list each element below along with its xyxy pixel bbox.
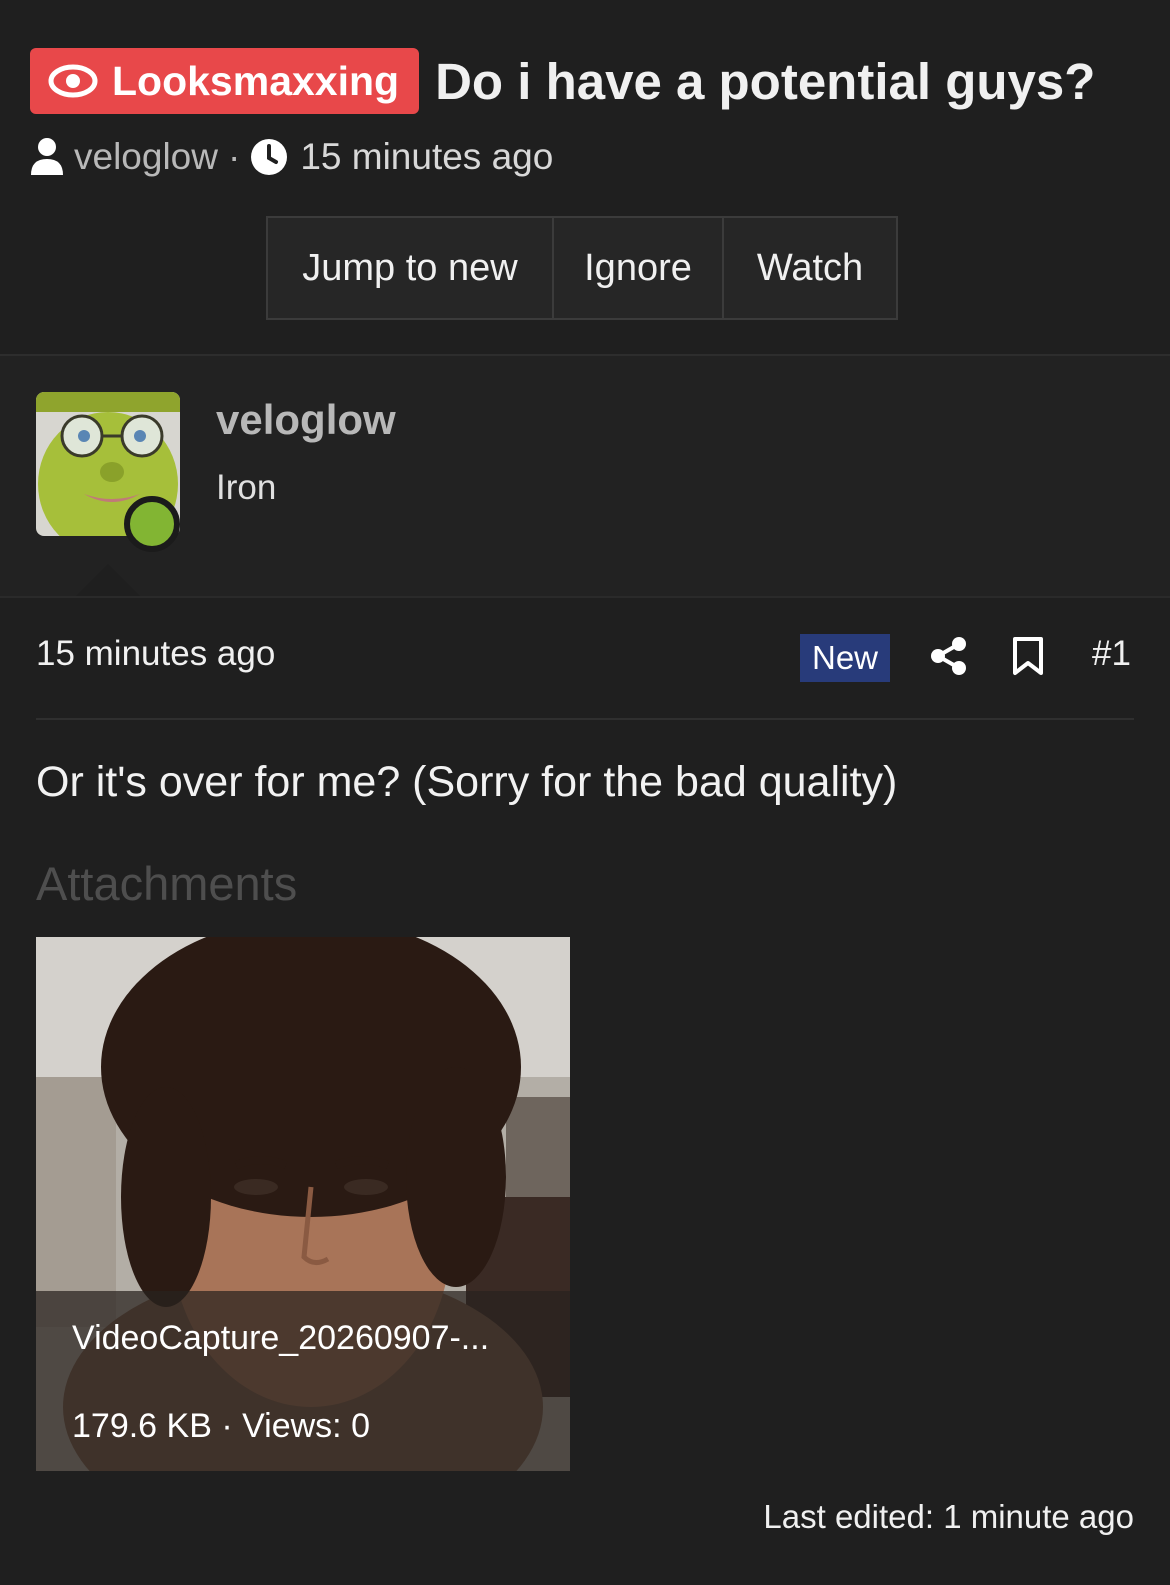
prefix-badge[interactable]: Looksmaxxing [30,48,420,114]
ignore-button[interactable]: Ignore [554,218,724,318]
new-badge: New [800,634,890,682]
last-edited: Last edited: 1 minute ago [763,1498,1134,1535]
divider [36,718,1134,720]
post-time[interactable]: 15 minutes ago [36,634,275,674]
thread-meta: veloglow · 15 minutes ago [30,136,553,178]
attachments-heading: Attachments [36,857,298,910]
post-username[interactable]: veloglow [216,396,396,444]
user-icon [31,138,63,175]
watch-button[interactable]: Watch [724,218,896,318]
attachment-meta: 179.6 KB · Views: 0 [72,1407,370,1445]
post-user-block: veloglow Iron [0,356,1170,596]
thread-author-link[interactable]: veloglow [74,136,218,178]
meta-separator: · [227,136,241,177]
thread-time[interactable]: 15 minutes ago [300,136,553,178]
eye-icon [48,64,98,98]
jump-to-new-button[interactable]: Jump to new [268,218,554,318]
thread-title: Do i have a potential guys? [435,52,1096,110]
post: 15 minutes ago New #1 Or it's over for m… [0,598,1170,1585]
bookmark-icon[interactable] [1012,636,1044,676]
user-title: Iron [216,468,277,507]
attachment-thumbnail[interactable]: VideoCapture_20260907-... 179.6 KB · Vie… [36,937,570,1471]
attachment-info: VideoCapture_20260907-... 179.6 KB · Vie… [36,1291,570,1471]
clock-icon [251,139,288,175]
thread-header: Looksmaxxing Do i have a potential guys?… [0,0,1170,354]
prefix-label: Looksmaxxing [112,57,400,104]
thread-actions: Jump to new Ignore Watch [266,216,898,320]
title-row: Looksmaxxing Do i have a potential guys? [30,48,1095,114]
share-icon[interactable] [930,636,968,676]
attachment-filename: VideoCapture_20260907-... [72,1319,490,1357]
post-body: Or it's over for me? (Sorry for the bad … [36,758,898,806]
online-status-indicator [124,496,180,552]
post-number-link[interactable]: #1 [1092,634,1131,674]
user-block-arrow [76,564,140,596]
